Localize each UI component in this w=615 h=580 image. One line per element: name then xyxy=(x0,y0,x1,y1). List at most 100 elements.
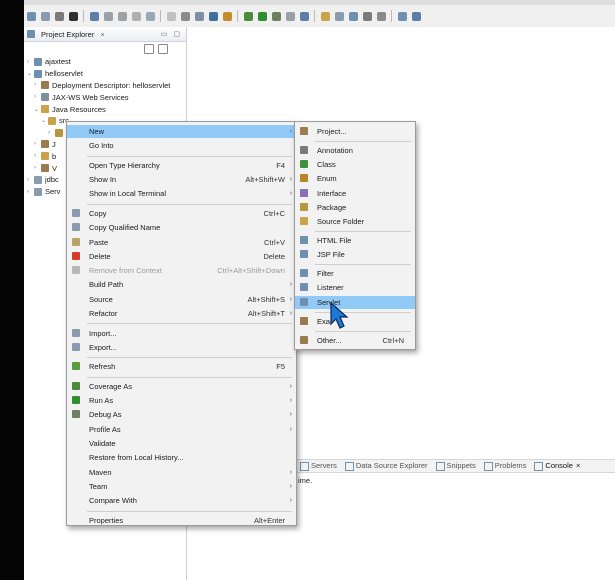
menu-item-import[interactable]: Import... xyxy=(67,327,296,340)
expand-toggle-icon[interactable]: › xyxy=(34,165,41,171)
toolbar-button-icon[interactable] xyxy=(55,11,64,21)
expand-toggle-icon[interactable]: ⌄ xyxy=(34,106,41,113)
menu-item-properties[interactable]: Properties Alt+Enter xyxy=(67,514,296,527)
expand-toggle-icon[interactable]: › xyxy=(34,82,41,88)
menu-separator xyxy=(315,231,411,233)
tree-item[interactable]: › Deployment Descriptor: helloservlet xyxy=(27,80,186,92)
expand-toggle-icon[interactable]: › xyxy=(34,141,41,147)
menu-item-go-into[interactable]: Go Into xyxy=(67,139,296,152)
toolbar-button-icon[interactable] xyxy=(104,11,113,21)
project-explorer-tab[interactable]: Project Explorer × xyxy=(27,30,105,39)
toolbar-button-icon[interactable] xyxy=(286,11,295,21)
expand-toggle-icon[interactable]: › xyxy=(27,59,34,65)
menu-item-filter[interactable]: Filter xyxy=(295,267,415,280)
tab-servers[interactable]: Servers xyxy=(300,461,337,471)
menu-item-servlet[interactable]: Servlet xyxy=(295,295,415,309)
maximize-icon[interactable]: ▢ xyxy=(173,30,180,38)
toolbar-button-icon[interactable] xyxy=(69,11,78,21)
toolbar-button-icon[interactable] xyxy=(209,11,218,21)
menu-item-maven[interactable]: Maven › xyxy=(67,466,296,479)
close-icon[interactable]: × xyxy=(576,461,580,470)
tab-problems[interactable]: Problems xyxy=(483,461,526,471)
toolbar-button-icon[interactable] xyxy=(223,11,232,21)
menu-item-copy[interactable]: Copy Ctrl+C xyxy=(67,207,296,220)
expand-toggle-icon[interactable]: › xyxy=(27,189,34,195)
view-menu-icon[interactable] xyxy=(172,45,178,53)
menu-item-annotation[interactable]: Annotation xyxy=(295,144,415,157)
tree-item[interactable]: ⌄ helloservlet xyxy=(27,68,186,80)
menu-item-build-path[interactable]: Build Path › xyxy=(67,278,296,291)
menu-item-show-in[interactable]: Show In Alt+Shift+W › xyxy=(67,173,296,186)
tab-console[interactable]: Console × xyxy=(534,461,580,471)
toolbar-button-icon[interactable] xyxy=(118,11,127,21)
toolbar-button-icon[interactable] xyxy=(167,11,176,21)
menu-item-class[interactable]: Class xyxy=(295,158,415,171)
expand-toggle-icon[interactable]: ⌄ xyxy=(41,117,48,124)
menu-item-export[interactable]: Export... xyxy=(67,341,296,354)
menu-item-source-folder[interactable]: Source Folder xyxy=(295,215,415,228)
menu-item-remove-from-context[interactable]: Remove from Context Ctrl+Alt+Shift+Down xyxy=(67,264,296,277)
expand-toggle-icon[interactable]: › xyxy=(27,177,34,183)
menu-item-other[interactable]: Other... Ctrl+N xyxy=(295,334,415,347)
menu-item-profile-as[interactable]: Profile As › xyxy=(67,423,296,436)
menu-item-validate[interactable]: Validate xyxy=(67,437,296,450)
menu-item-listener[interactable]: Listener xyxy=(295,281,415,294)
menu-item-label: Open Type Hierarchy xyxy=(89,160,160,170)
menu-item-html-file[interactable]: HTML File xyxy=(295,234,415,247)
menu-item-enum[interactable]: Enum xyxy=(295,172,415,185)
expand-toggle-icon[interactable]: ⌄ xyxy=(27,70,34,77)
toolbar-button-icon[interactable] xyxy=(363,11,372,21)
toolbar-button-icon[interactable] xyxy=(335,11,344,21)
menu-item-run-as[interactable]: Run As › xyxy=(67,394,296,407)
close-icon[interactable]: × xyxy=(100,30,104,39)
toolbar-button-icon[interactable] xyxy=(258,11,267,21)
toolbar-button-icon[interactable] xyxy=(90,11,99,21)
menu-item-delete[interactable]: Delete Delete xyxy=(67,250,296,263)
menu-item-show-in-local-terminal[interactable]: Show in Local Terminal › xyxy=(67,187,296,200)
toolbar-button-icon[interactable] xyxy=(412,11,421,21)
link-editor-icon[interactable] xyxy=(158,44,168,54)
menu-item-team[interactable]: Team › xyxy=(67,480,296,493)
menu-item-compare-with[interactable]: Compare With › xyxy=(67,494,296,507)
menu-item-project[interactable]: Project... xyxy=(295,125,415,138)
toolbar-button-icon[interactable] xyxy=(377,11,386,21)
collapse-all-icon[interactable] xyxy=(144,44,154,54)
toolbar-button-icon[interactable] xyxy=(181,11,190,21)
menu-separator xyxy=(87,510,292,512)
menu-item-copy-qualified-name[interactable]: Copy Qualified Name xyxy=(67,221,296,234)
toolbar-button-icon[interactable] xyxy=(41,11,50,21)
tree-item[interactable]: › ajaxtest xyxy=(27,56,186,68)
menu-item-interface[interactable]: Interface xyxy=(295,187,415,200)
toolbar-button-icon[interactable] xyxy=(398,11,407,21)
menu-item-source[interactable]: Source Alt+Shift+S › xyxy=(67,293,296,306)
expand-toggle-icon[interactable]: › xyxy=(48,130,55,136)
menu-item-label: Source xyxy=(89,294,113,304)
menu-item-refactor[interactable]: Refactor Alt+Shift+T › xyxy=(67,307,296,320)
expand-toggle-icon[interactable]: › xyxy=(34,153,41,159)
toolbar-button-icon[interactable] xyxy=(27,11,36,21)
tab-data-source-explorer[interactable]: Data Source Explorer xyxy=(344,461,428,471)
menu-item-open-type-hierarchy[interactable]: Open Type Hierarchy F4 xyxy=(67,159,296,172)
toolbar-button-icon[interactable] xyxy=(349,11,358,21)
toolbar-button-icon[interactable] xyxy=(146,11,155,21)
minimize-icon[interactable]: ▭ xyxy=(161,30,168,38)
menu-item-coverage-as[interactable]: Coverage As › xyxy=(67,380,296,393)
menu-item-debug-as[interactable]: Debug As › xyxy=(67,408,296,421)
toolbar-button-icon[interactable] xyxy=(272,11,281,21)
tree-item[interactable]: › JAX-WS Web Services xyxy=(27,91,186,103)
toolbar-button-icon[interactable] xyxy=(244,11,253,21)
expand-toggle-icon[interactable]: › xyxy=(34,94,41,100)
toolbar-button-icon[interactable] xyxy=(132,11,141,21)
toolbar-button-icon[interactable] xyxy=(300,11,309,21)
menu-item-jsp-file[interactable]: JSP File xyxy=(295,248,415,261)
menu-item-refresh[interactable]: Refresh F5 xyxy=(67,360,296,373)
toolbar-button-icon[interactable] xyxy=(321,11,330,21)
menu-item-package[interactable]: Package xyxy=(295,201,415,214)
menu-item-restore-from-local-history[interactable]: Restore from Local History... xyxy=(67,451,296,464)
menu-item-paste[interactable]: Paste Ctrl+V xyxy=(67,236,296,249)
menu-item-new[interactable]: New › xyxy=(67,125,296,138)
toolbar-button-icon[interactable] xyxy=(195,11,204,21)
menu-item-exar[interactable]: Exar xyxy=(295,315,415,328)
tab-snippets[interactable]: Snippets xyxy=(435,461,476,471)
tree-item[interactable]: ⌄ Java Resources xyxy=(27,103,186,115)
